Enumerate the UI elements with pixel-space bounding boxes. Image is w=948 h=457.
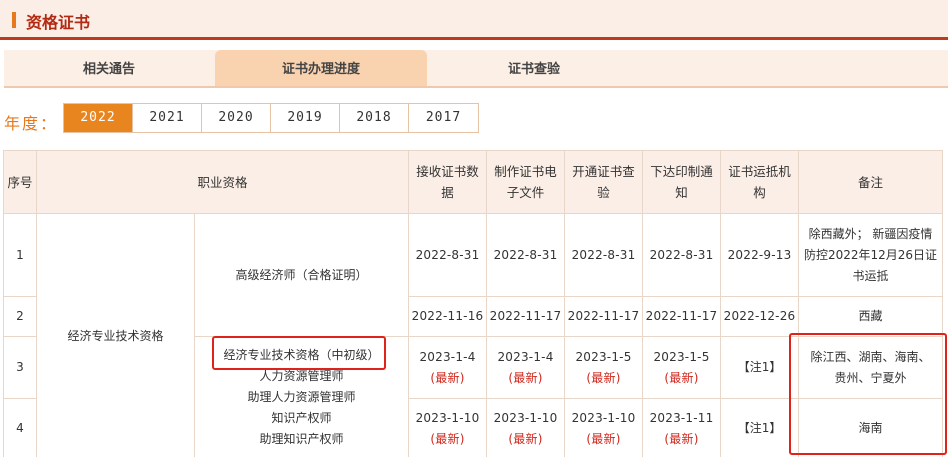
year-option[interactable]: 2021 — [133, 104, 202, 132]
date-make-file: 2023-1-4 (最新) — [486, 336, 566, 399]
date-receive: 2022-11-16 — [408, 296, 488, 337]
qualification-senior-economist: 高级经济师（合格证明） — [193, 213, 410, 337]
new-tag: (最新) — [430, 370, 465, 385]
progress-table: 序号 职业资格 接收证书数据 制作证书电 子文件 开通证书查验 下达印制通知 证书… — [3, 150, 944, 457]
row-seq: 3 — [3, 336, 37, 399]
year-option[interactable]: 2022 — [64, 104, 133, 132]
date-ship: 2022-9-13 — [720, 213, 800, 297]
tab-announcements[interactable]: 相关通告 — [4, 50, 214, 86]
year-option[interactable]: 2020 — [202, 104, 271, 132]
qualification-list: 经济专业技术资格（中初级） 人力资源管理师 助理人力资源管理师 知识产权师 助理… — [193, 336, 410, 457]
date-make-file: 2022-11-17 — [486, 296, 566, 337]
date-print-notice: 2022-8-31 — [642, 213, 722, 297]
qualification-group: 经济专业技术资格 — [36, 213, 195, 457]
header-remark: 备注 — [798, 150, 944, 214]
new-tag: (最新) — [586, 431, 621, 446]
remark: 除西藏外； 新疆因疫情 防控2022年12月26日证 书运抵 — [798, 213, 944, 297]
header-receive: 接收证书数据 — [408, 150, 488, 214]
date-open-verify: 2023-1-5 (最新) — [564, 336, 644, 399]
qualification-mid-junior-economist: 经济专业技术资格（中初级） — [223, 348, 380, 362]
new-tag: (最新) — [508, 431, 543, 446]
header-qualification: 职业资格 — [35, 150, 410, 214]
new-tag: (最新) — [586, 370, 621, 385]
year-option[interactable]: 2019 — [271, 104, 340, 132]
date-print-notice: 2022-11-17 — [642, 296, 722, 337]
qualification-assistant-hr-manager: 助理人力资源管理师 — [247, 390, 356, 404]
date-receive: 2023-1-10 (最新) — [408, 398, 488, 457]
date-open-verify: 2022-11-17 — [564, 296, 644, 337]
section-title: 资格证书 — [26, 13, 91, 32]
date-open-verify: 2023-1-10 (最新) — [564, 398, 644, 457]
table-row: 1 经济专业技术资格 高级经济师（合格证明） 2022-8-31 2022-8-… — [3, 213, 944, 457]
ship-note: 【注1】 — [720, 336, 800, 399]
header-make-file: 制作证书电 子文件 — [486, 150, 566, 214]
year-option[interactable]: 2017 — [409, 104, 478, 132]
row-seq: 1 — [3, 213, 37, 297]
ship-note: 【注1】 — [720, 398, 800, 457]
remark: 海南 — [798, 398, 944, 457]
new-tag: (最新) — [508, 370, 543, 385]
qualification-ip-officer: 知识产权师 — [271, 411, 332, 425]
tab-verify[interactable]: 证书查验 — [428, 50, 640, 86]
tab-bar: 相关通告 证书办理进度 证书查验 — [4, 50, 948, 88]
section-header: 资格证书 — [0, 0, 948, 40]
year-label: 年度： — [4, 114, 59, 133]
new-tag: (最新) — [664, 370, 699, 385]
remark: 除江西、湖南、海南、 贵州、宁夏外 — [798, 336, 944, 399]
date-open-verify: 2022-8-31 — [564, 213, 644, 297]
date-make-file: 2023-1-10 (最新) — [486, 398, 566, 457]
row-seq: 2 — [3, 296, 37, 337]
qualification-hr-manager: 人力资源管理师 — [259, 369, 344, 383]
table-header-row: 序号 职业资格 接收证书数据 制作证书电 子文件 开通证书查验 下达印制通知 证书… — [3, 150, 944, 214]
date-print-notice: 2023-1-5 (最新) — [642, 336, 722, 399]
row-seq: 4 — [3, 398, 37, 457]
header-open-verify: 开通证书查验 — [564, 150, 644, 214]
date-print-notice: 2023-1-11 (最新) — [642, 398, 722, 457]
date-make-file: 2022-8-31 — [486, 213, 566, 297]
section-marker — [12, 12, 16, 28]
date-ship: 2022-12-26 — [720, 296, 800, 337]
date-receive: 2023-1-4 (最新) — [408, 336, 488, 399]
year-option[interactable]: 2018 — [340, 104, 409, 132]
tab-progress[interactable]: 证书办理进度 — [215, 50, 427, 86]
qualification-assistant-ip-officer: 助理知识产权师 — [259, 432, 344, 446]
remark: 西藏 — [798, 296, 944, 337]
date-receive: 2022-8-31 — [408, 213, 488, 297]
new-tag: (最新) — [664, 431, 699, 446]
header-ship: 证书运抵机构 — [720, 150, 800, 214]
new-tag: (最新) — [430, 431, 465, 446]
header-seq: 序号 — [3, 150, 37, 214]
year-selector: 2022 2021 2020 2019 2018 2017 — [63, 103, 479, 133]
header-print-notice: 下达印制通知 — [642, 150, 722, 214]
